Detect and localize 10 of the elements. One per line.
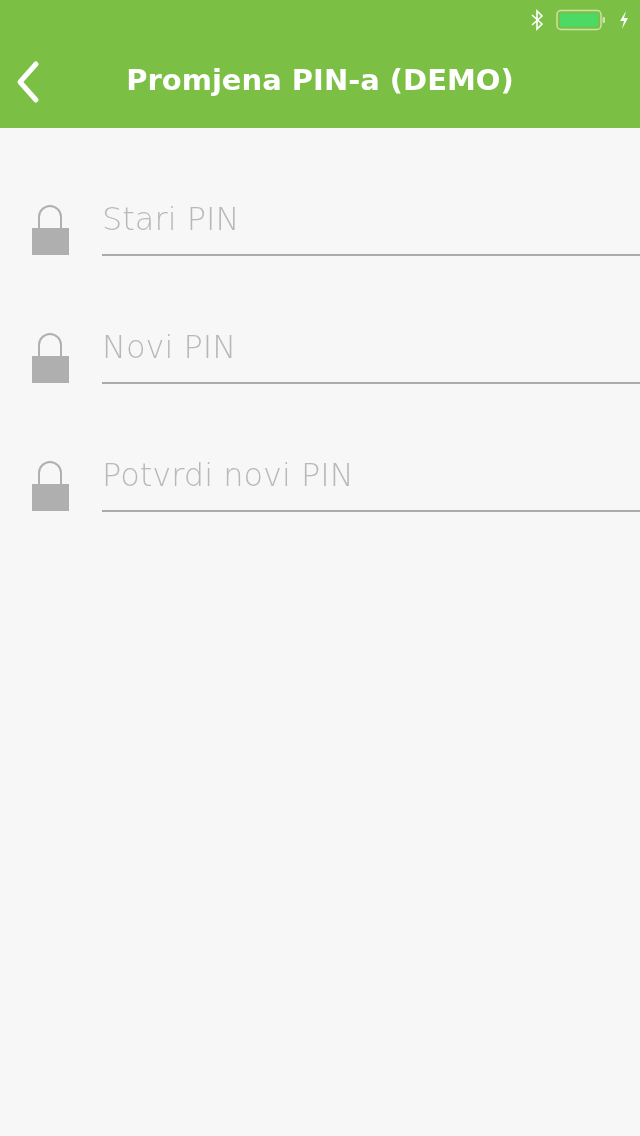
- pin-field[interactable]: Stari PIN: [102, 200, 640, 256]
- screen-title: Promjena PIN-a (DEMO): [126, 63, 514, 97]
- lock-icon: [30, 332, 70, 384]
- charging-icon: [618, 10, 630, 30]
- battery-icon: [556, 9, 606, 31]
- lock-icon: [30, 204, 70, 256]
- pin-field[interactable]: Potvrdi novi PIN: [102, 456, 640, 512]
- lock-icon: [30, 460, 70, 512]
- bluetooth-icon: [530, 9, 544, 31]
- pin-field[interactable]: Novi PIN: [102, 328, 640, 384]
